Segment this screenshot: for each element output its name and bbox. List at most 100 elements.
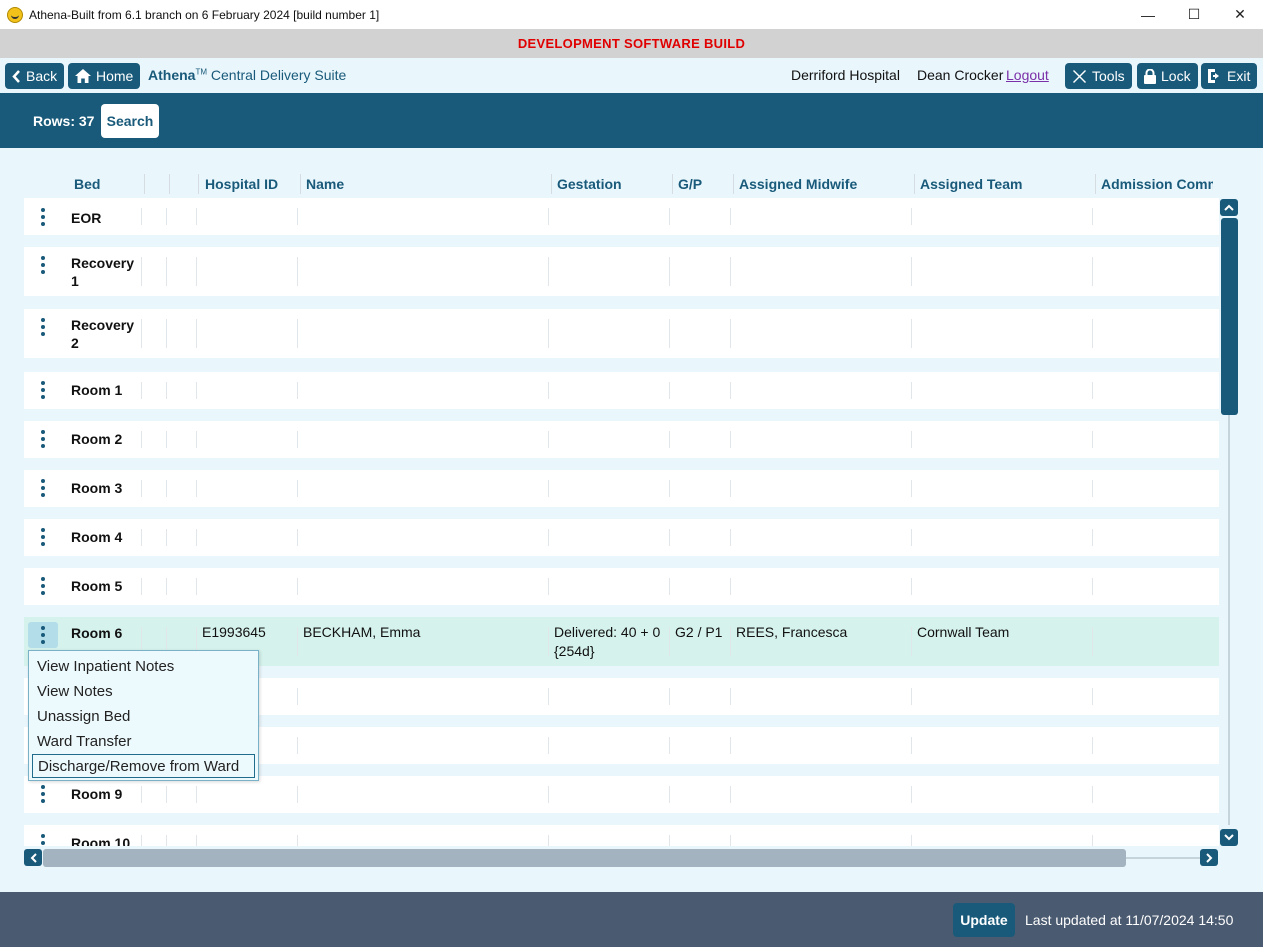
- scroll-thumb[interactable]: [1221, 218, 1238, 415]
- column-divider: [548, 835, 549, 846]
- column-divider: [1092, 786, 1093, 803]
- column-divider: [669, 319, 670, 348]
- row-actions-icon[interactable]: [28, 830, 58, 846]
- column-divider: [911, 835, 912, 846]
- horizontal-scrollbar[interactable]: [24, 849, 1218, 867]
- column-header-gp[interactable]: G/P: [678, 176, 702, 192]
- column-divider: [141, 382, 142, 399]
- table-row[interactable]: Room 5: [24, 568, 1219, 605]
- column-header-assigned-team[interactable]: Assigned Team: [920, 176, 1022, 192]
- row-actions-icon[interactable]: [28, 475, 58, 501]
- column-divider: [166, 257, 167, 286]
- table-row[interactable]: Room 3: [24, 470, 1219, 507]
- column-divider: [548, 382, 549, 399]
- column-header-gestation[interactable]: Gestation: [557, 176, 622, 192]
- tools-button[interactable]: Tools: [1065, 63, 1132, 89]
- table-row[interactable]: Room 10: [24, 825, 1219, 846]
- column-divider: [730, 835, 731, 846]
- column-divider: [141, 578, 142, 595]
- bed-name: Recovery 2: [71, 317, 135, 351]
- column-divider: [1092, 208, 1093, 225]
- row-actions-icon[interactable]: [28, 524, 58, 550]
- scroll-up-button[interactable]: [1220, 199, 1238, 216]
- update-button[interactable]: Update: [953, 903, 1015, 937]
- column-divider: [730, 529, 731, 546]
- table-row[interactable]: Recovery 2: [24, 309, 1219, 358]
- column-divider: [1092, 382, 1093, 399]
- scroll-left-button[interactable]: [24, 849, 42, 866]
- column-divider: [297, 431, 298, 448]
- column-divider: [297, 319, 298, 348]
- column-divider: [141, 431, 142, 448]
- column-divider: [911, 737, 912, 754]
- column-divider: [141, 786, 142, 803]
- menu-item-unassign-bed[interactable]: Unassign Bed: [32, 705, 255, 729]
- column-divider: [911, 257, 912, 286]
- column-divider: [733, 174, 734, 194]
- scroll-thumb[interactable]: [43, 849, 1126, 867]
- column-divider: [730, 737, 731, 754]
- search-button[interactable]: Search: [101, 104, 159, 138]
- bed-name: Room 5: [71, 578, 123, 594]
- menu-item-view-notes[interactable]: View Notes: [32, 680, 255, 704]
- column-divider: [911, 208, 912, 225]
- row-actions-icon[interactable]: [28, 622, 58, 648]
- column-header-hospital-id[interactable]: Hospital ID: [205, 176, 278, 192]
- column-divider: [196, 578, 197, 595]
- column-divider: [548, 431, 549, 448]
- row-actions-icon[interactable]: [28, 426, 58, 452]
- column-divider: [141, 835, 142, 846]
- row-actions-icon[interactable]: [28, 204, 58, 230]
- table-row[interactable]: Room 2: [24, 421, 1219, 458]
- column-divider: [551, 174, 552, 194]
- vertical-scrollbar[interactable]: [1220, 199, 1238, 847]
- bed-name: Room 1: [71, 382, 123, 398]
- table-row[interactable]: Recovery 1: [24, 247, 1219, 296]
- column-header-name[interactable]: Name: [306, 176, 344, 192]
- window-title: Athena-Built from 6.1 branch on 6 Februa…: [29, 7, 380, 22]
- table-row[interactable]: EOR: [24, 198, 1219, 235]
- column-divider: [911, 578, 912, 595]
- column-header-bed[interactable]: Bed: [74, 176, 100, 192]
- column-divider: [911, 529, 912, 546]
- logout-link[interactable]: Logout: [1006, 67, 1049, 83]
- column-divider: [730, 627, 731, 656]
- menu-item-view-inpatient-notes[interactable]: View Inpatient Notes: [32, 655, 255, 679]
- row-actions-icon[interactable]: [28, 573, 58, 599]
- column-divider: [669, 382, 670, 399]
- tools-button-label: Tools: [1092, 68, 1125, 84]
- exit-button-label: Exit: [1227, 68, 1251, 84]
- column-divider: [196, 480, 197, 497]
- column-header-admission-comments[interactable]: Admission Comm: [1101, 176, 1213, 192]
- column-divider: [730, 578, 731, 595]
- minimize-button[interactable]: —: [1125, 0, 1171, 29]
- menu-item-ward-transfer[interactable]: Ward Transfer: [32, 730, 255, 754]
- column-divider: [548, 688, 549, 705]
- menu-item-discharge-remove[interactable]: Discharge/Remove from Ward: [32, 754, 255, 778]
- module-name: Central Delivery Suite: [210, 67, 347, 83]
- exit-button[interactable]: Exit: [1201, 63, 1258, 89]
- table-row[interactable]: Room 1: [24, 372, 1219, 409]
- column-divider: [166, 578, 167, 595]
- lock-button[interactable]: Lock: [1137, 63, 1198, 89]
- gravida-para: G2 / P1: [675, 624, 723, 640]
- table-row[interactable]: Room 9: [24, 776, 1219, 813]
- patient-name: BECKHAM, Emma: [303, 624, 421, 640]
- home-button-label: Home: [96, 68, 134, 84]
- column-divider: [730, 319, 731, 348]
- column-header-assigned-midwife[interactable]: Assigned Midwife: [739, 176, 857, 192]
- scroll-down-button[interactable]: [1220, 829, 1238, 846]
- maximize-button[interactable]: ☐: [1171, 0, 1217, 29]
- back-button[interactable]: Back: [5, 63, 65, 89]
- row-actions-icon[interactable]: [28, 252, 58, 278]
- column-divider: [196, 319, 197, 348]
- close-window-button[interactable]: ✕: [1217, 0, 1263, 29]
- scroll-right-button[interactable]: [1200, 849, 1218, 866]
- row-actions-icon[interactable]: [28, 314, 58, 340]
- row-actions-icon[interactable]: [28, 377, 58, 403]
- column-divider: [196, 835, 197, 846]
- row-actions-icon[interactable]: [28, 781, 58, 807]
- home-button[interactable]: Home: [68, 63, 141, 89]
- column-divider: [1092, 529, 1093, 546]
- table-row[interactable]: Room 4: [24, 519, 1219, 556]
